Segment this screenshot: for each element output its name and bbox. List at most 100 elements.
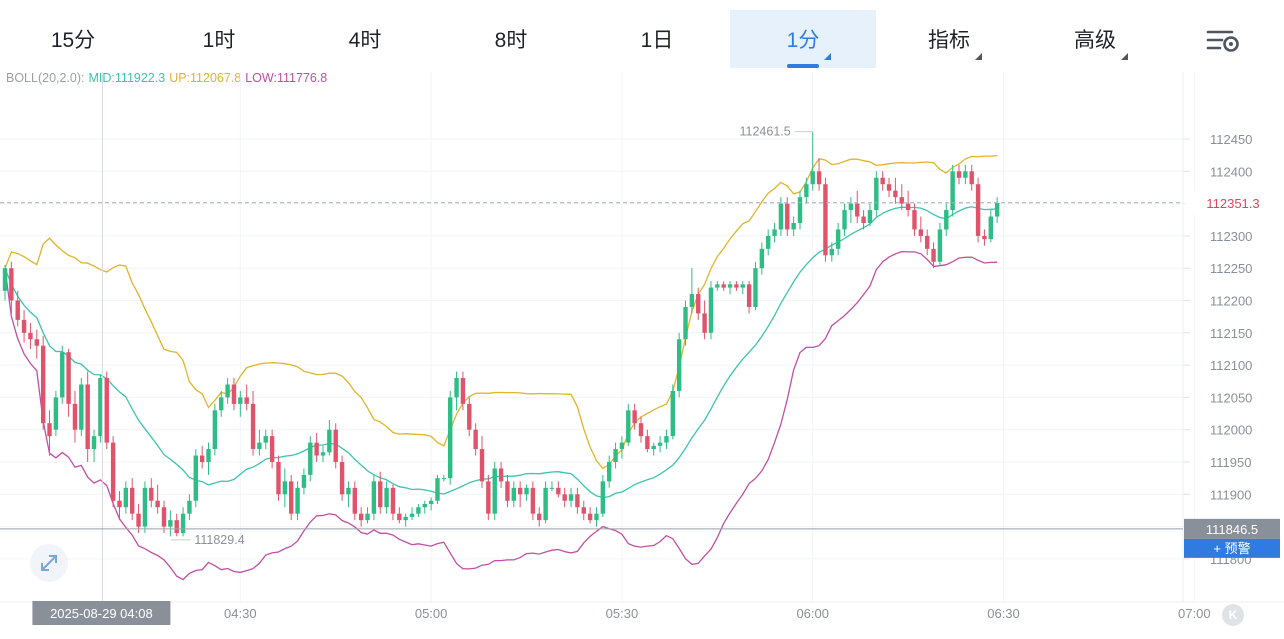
candle-body[interactable] — [753, 268, 758, 307]
candle-body[interactable] — [734, 284, 739, 288]
candle-body[interactable] — [727, 284, 733, 288]
candle-body[interactable] — [556, 487, 561, 495]
candle-body[interactable] — [123, 487, 129, 508]
candle-body[interactable] — [276, 462, 281, 495]
candle-body[interactable] — [416, 507, 421, 514]
tab-2[interactable]: 4时 — [292, 10, 438, 68]
candle-body[interactable] — [740, 284, 745, 288]
candle-body[interactable] — [60, 352, 65, 398]
k-logo-icon[interactable]: K — [1222, 604, 1244, 626]
candle-body[interactable] — [492, 468, 497, 514]
candle-body[interactable] — [441, 478, 447, 480]
candle-body[interactable] — [384, 487, 389, 508]
tab-1[interactable]: 1时 — [146, 10, 292, 68]
candle-body[interactable] — [759, 248, 765, 269]
candle-body[interactable] — [91, 436, 97, 450]
candle-body[interactable] — [696, 294, 701, 314]
candle-body[interactable] — [829, 248, 834, 256]
candle-body[interactable] — [543, 487, 548, 521]
candle-body[interactable] — [689, 294, 695, 307]
candle-body[interactable] — [816, 171, 822, 185]
candle-body[interactable] — [2, 268, 8, 291]
candle-body[interactable] — [155, 500, 160, 508]
candle-body[interactable] — [600, 481, 606, 514]
candle-body[interactable] — [632, 410, 637, 424]
candle-body[interactable] — [880, 177, 885, 185]
candle-body[interactable] — [778, 203, 784, 230]
candle-body[interactable] — [390, 487, 396, 514]
candle-body[interactable] — [21, 319, 27, 333]
candle-body[interactable] — [708, 287, 714, 333]
candle-body[interactable] — [72, 403, 78, 430]
candle-body[interactable] — [893, 190, 898, 198]
candle-body[interactable] — [498, 468, 504, 482]
candle-body[interactable] — [607, 462, 612, 482]
candle-body[interactable] — [85, 384, 90, 450]
candle-body[interactable] — [823, 184, 828, 256]
candle-body[interactable] — [867, 210, 873, 223]
candle-body[interactable] — [594, 513, 599, 521]
candle-body[interactable] — [333, 429, 338, 462]
candle-body[interactable] — [975, 184, 981, 236]
candle-body[interactable] — [746, 284, 752, 307]
candle-body[interactable] — [378, 481, 383, 508]
candle-body[interactable] — [117, 500, 122, 508]
candle-body[interactable] — [530, 487, 536, 514]
candle-body[interactable] — [403, 516, 408, 521]
candle-body[interactable] — [969, 171, 974, 185]
candle-body[interactable] — [40, 345, 46, 424]
candle-body[interactable] — [47, 423, 52, 437]
candle-body[interactable] — [804, 184, 809, 198]
candle-body[interactable] — [282, 481, 288, 495]
candle-body[interactable] — [339, 462, 345, 495]
candle-body[interactable] — [212, 410, 218, 450]
candle-body[interactable] — [963, 171, 968, 178]
candle-body[interactable] — [619, 442, 625, 450]
candle-body[interactable] — [645, 436, 650, 450]
candle-body[interactable] — [905, 203, 911, 211]
candle-body[interactable] — [581, 507, 586, 514]
candle-body[interactable] — [263, 436, 268, 443]
candle-body[interactable] — [568, 494, 574, 501]
candle-body[interactable] — [918, 229, 924, 236]
candle-body[interactable] — [320, 452, 326, 456]
candle-body[interactable] — [797, 197, 803, 223]
candle-body[interactable] — [327, 429, 332, 453]
tab-6[interactable]: 指标 — [876, 10, 1022, 68]
candle-body[interactable] — [15, 300, 20, 320]
candle-body[interactable] — [715, 284, 720, 288]
candle-body[interactable] — [664, 436, 669, 443]
candle-body[interactable] — [193, 455, 198, 501]
candle-body[interactable] — [772, 229, 777, 236]
candle-body[interactable] — [136, 513, 141, 527]
candle-body[interactable] — [161, 507, 167, 527]
candle-body[interactable] — [257, 442, 262, 450]
candle-body[interactable] — [931, 248, 936, 262]
candle-body[interactable] — [397, 513, 402, 521]
candle-body[interactable] — [473, 429, 478, 450]
candle-body[interactable] — [149, 487, 154, 501]
candle-body[interactable] — [448, 397, 453, 479]
chart-settings-icon[interactable] — [1206, 26, 1240, 54]
candle-body[interactable] — [409, 513, 415, 517]
candle-body[interactable] — [944, 210, 949, 230]
candle-body[interactable] — [365, 513, 370, 521]
candle-body[interactable] — [314, 442, 319, 456]
candle-body[interactable] — [219, 397, 224, 411]
candle-body[interactable] — [104, 378, 109, 443]
candle-body[interactable] — [524, 487, 529, 495]
candle-body[interactable] — [79, 384, 84, 430]
candle-body[interactable] — [244, 397, 249, 404]
candle-body[interactable] — [486, 481, 491, 514]
expand-arrows-icon[interactable] — [30, 544, 68, 582]
candle-body[interactable] — [428, 500, 434, 504]
candle-body[interactable] — [34, 339, 39, 346]
candle-body[interactable] — [861, 216, 866, 223]
candle-body[interactable] — [950, 171, 955, 211]
candle-body[interactable] — [855, 203, 860, 217]
candle-body[interactable] — [912, 210, 917, 230]
candle-body[interactable] — [874, 177, 879, 211]
candle-body[interactable] — [422, 503, 427, 508]
candle-body[interactable] — [613, 449, 618, 462]
candle-body[interactable] — [511, 487, 516, 501]
